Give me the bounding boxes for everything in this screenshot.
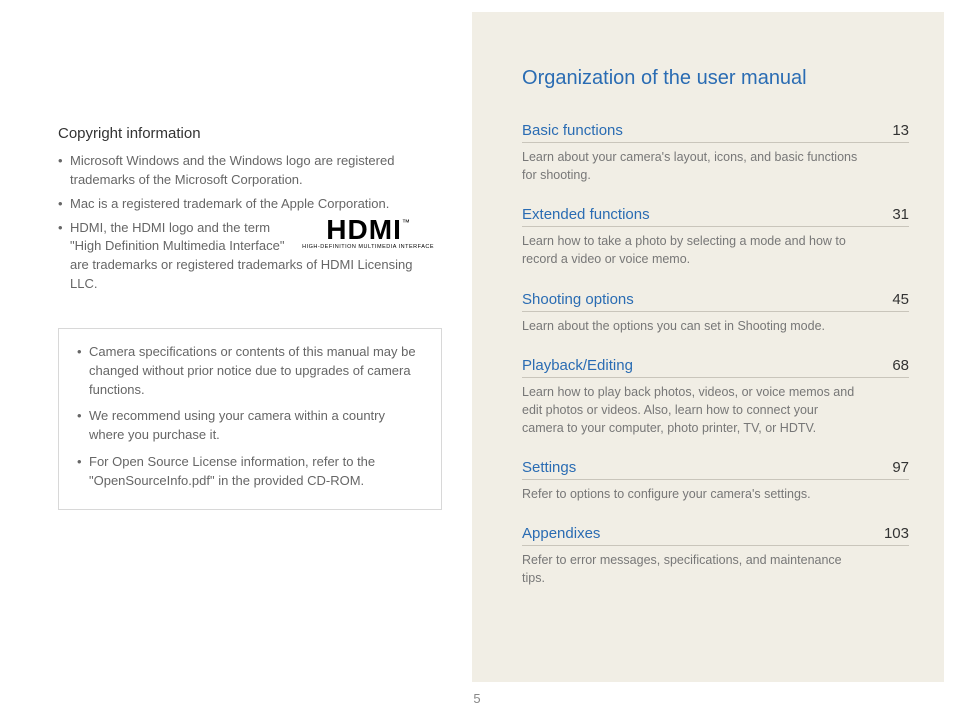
right-column: Organization of the user manual Basic fu… [472, 12, 944, 682]
toc-head: Appendixes 103 [522, 525, 909, 546]
toc-page-number[interactable]: 68 [892, 357, 909, 374]
toc-entry: Settings 97 Refer to options to configure … [522, 459, 909, 503]
hdmi-logo-block: HDMI™ HIGH-DEFINITION MULTIMEDIA INTERFA… [302, 217, 434, 252]
toc-head: Playback/Editing 68 [522, 357, 909, 378]
list-item: Microsoft Windows and the Windows logo a… [58, 152, 442, 190]
toc-head: Basic functions 13 [522, 122, 909, 143]
page-number: 5 [473, 691, 480, 706]
toc-link[interactable]: Settings [522, 459, 576, 476]
toc-link[interactable]: Appendixes [522, 525, 600, 542]
list-item: We recommend using your camera within a … [77, 407, 423, 445]
organization-title: Organization of the user manual [522, 67, 909, 90]
toc-link[interactable]: Basic functions [522, 122, 623, 139]
left-column: Copyright information Microsoft Windows … [0, 0, 472, 720]
note-list: Camera specifications or contents of thi… [77, 343, 423, 491]
hdmi-logo-icon: HDMI™ [302, 217, 434, 242]
hdmi-logo-text: HDMI [326, 214, 402, 245]
toc-page-number[interactable]: 31 [892, 206, 909, 223]
toc-entry: Basic functions 13 Learn about your camera… [522, 122, 909, 184]
toc-link[interactable]: Extended functions [522, 206, 650, 223]
toc-description: Refer to error messages, specifications,… [522, 551, 862, 587]
toc-head: Settings 97 [522, 459, 909, 480]
list-item: For Open Source License information, ref… [77, 453, 423, 491]
toc-page-number[interactable]: 103 [884, 525, 909, 542]
copyright-heading: Copyright information [58, 125, 442, 142]
toc-entry: Shooting options 45 Learn about the option… [522, 291, 909, 335]
toc-description: Learn about the options you can set in S… [522, 317, 862, 335]
toc-link[interactable]: Playback/Editing [522, 357, 633, 374]
toc-link[interactable]: Shooting options [522, 291, 634, 308]
toc-description: Refer to options to configure your camer… [522, 485, 862, 503]
list-item: HDMI™ HIGH-DEFINITION MULTIMEDIA INTERFA… [58, 219, 442, 294]
toc-entry: Appendixes 103 Refer to error messages, sp… [522, 525, 909, 587]
hdmi-subtext: HIGH-DEFINITION MULTIMEDIA INTERFACE [302, 244, 434, 252]
toc-description: Learn how to take a photo by selecting a… [522, 232, 862, 268]
hdmi-tm: ™ [402, 218, 410, 227]
note-box: Camera specifications or contents of thi… [58, 328, 442, 510]
toc-list: Basic functions 13 Learn about your camera… [522, 122, 909, 587]
toc-page-number[interactable]: 13 [892, 122, 909, 139]
toc-description: Learn about your camera's layout, icons,… [522, 148, 862, 184]
list-item: Mac is a registered trademark of the App… [58, 195, 442, 214]
toc-page-number[interactable]: 45 [892, 291, 909, 308]
toc-description: Learn how to play back photos, videos, o… [522, 383, 862, 437]
toc-page-number[interactable]: 97 [892, 459, 909, 476]
toc-head: Extended functions 31 [522, 206, 909, 227]
toc-head: Shooting options 45 [522, 291, 909, 312]
manual-page: Copyright information Microsoft Windows … [0, 0, 954, 720]
list-item: Camera specifications or contents of thi… [77, 343, 423, 400]
copyright-list: Microsoft Windows and the Windows logo a… [58, 152, 442, 294]
toc-entry: Extended functions 31 Learn how to take a … [522, 206, 909, 268]
toc-entry: Playback/Editing 68 Learn how to play back… [522, 357, 909, 437]
